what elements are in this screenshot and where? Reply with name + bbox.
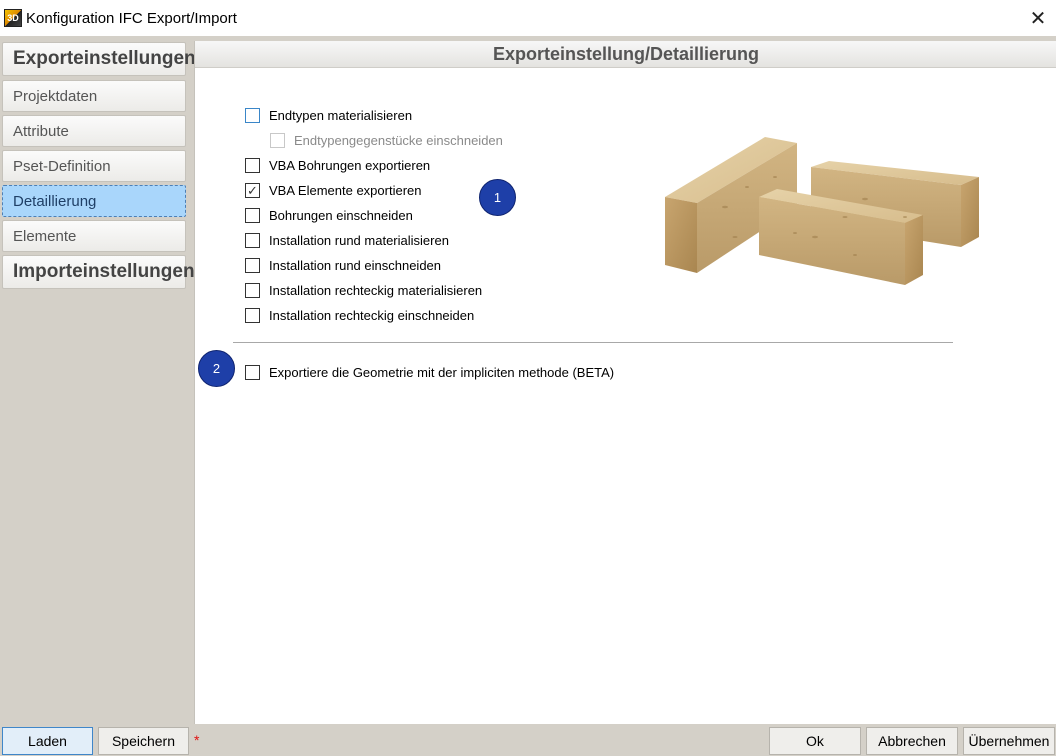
window-title: Konfiguration IFC Export/Import xyxy=(26,9,237,27)
option-implicit-geometry-beta[interactable]: Exportiere die Geometrie mit der implici… xyxy=(245,362,614,382)
checkmark-icon: ✓ xyxy=(247,182,258,198)
checkbox[interactable] xyxy=(245,307,260,323)
unsaved-indicator: * xyxy=(194,732,200,748)
nav-label: Exporteinstellungen xyxy=(13,48,196,69)
close-icon: ✕ xyxy=(1029,7,1047,30)
nav-label: Projektdaten xyxy=(13,87,98,105)
option-vba-elemente[interactable]: ✓ VBA Elemente exportieren xyxy=(245,180,421,200)
option-endtypen-materialisieren[interactable]: Endtypen materialisieren xyxy=(245,105,412,125)
nav-detaillierung[interactable]: Detaillierung xyxy=(2,185,186,217)
nav-pset-definition[interactable]: Pset-Definition xyxy=(2,150,186,182)
nav-label: Detaillierung xyxy=(13,192,97,210)
checkbox[interactable] xyxy=(245,107,260,123)
option-installation-rund-mat[interactable]: Installation rund materialisieren xyxy=(245,230,449,250)
option-label: Endtypengegenstücke einschneiden xyxy=(294,132,503,148)
option-endtypengegenstuecke: Endtypengegenstücke einschneiden xyxy=(270,130,503,150)
nav-export-settings[interactable]: Exporteinstellungen xyxy=(2,42,196,76)
abbrechen-button[interactable]: Abbrechen xyxy=(866,727,958,755)
option-label: Exportiere die Geometrie mit der implici… xyxy=(269,364,615,380)
checkbox[interactable] xyxy=(245,364,260,380)
checkbox-checked[interactable]: ✓ xyxy=(245,182,260,198)
checkbox[interactable] xyxy=(245,257,260,273)
ok-button[interactable]: Ok xyxy=(769,727,861,755)
option-label: Installation rechteckig einschneiden xyxy=(269,307,475,323)
option-label: Bohrungen einschneiden xyxy=(269,207,413,223)
settings-panel: Exporteinstellung/Detaillierung Endtypen… xyxy=(194,41,1056,724)
option-vba-bohrungen[interactable]: VBA Bohrungen exportieren xyxy=(245,155,430,175)
option-installation-rechteckig-ein[interactable]: Installation rechteckig einschneiden xyxy=(245,305,474,325)
option-label: VBA Bohrungen exportieren xyxy=(269,157,431,173)
laden-button[interactable]: Laden xyxy=(2,727,93,755)
sidebar: Exporteinstellungen Projektdaten Attribu… xyxy=(0,36,196,724)
title-bar: 3D Konfiguration IFC Export/Import ✕ xyxy=(0,0,1056,36)
uebernehmen-button[interactable]: Übernehmen xyxy=(963,727,1055,755)
option-label: VBA Elemente exportieren xyxy=(269,182,422,198)
option-label: Installation rund materialisieren xyxy=(269,232,449,248)
option-label: Endtypen materialisieren xyxy=(269,107,413,123)
annotation-badge-2: 2 xyxy=(198,350,235,387)
app-logo-icon: 3D xyxy=(4,9,22,27)
option-label: Installation rund einschneiden xyxy=(269,257,442,273)
close-button[interactable]: ✕ xyxy=(1026,6,1050,30)
checkbox[interactable] xyxy=(245,157,260,173)
checkbox-disabled xyxy=(270,132,285,148)
option-bohrungen-einschneiden[interactable]: Bohrungen einschneiden xyxy=(245,205,413,225)
checkbox[interactable] xyxy=(245,207,260,223)
footer-bar: Laden Speichern * Ok Abbrechen Übernehme… xyxy=(0,724,1056,756)
timber-beams-illustration xyxy=(665,137,979,285)
option-installation-rund-ein[interactable]: Installation rund einschneiden xyxy=(245,255,441,275)
speichern-button[interactable]: Speichern xyxy=(98,727,189,755)
checkbox[interactable] xyxy=(245,232,260,248)
option-installation-rechteckig-mat[interactable]: Installation rechteckig materialisieren xyxy=(245,280,482,300)
nav-label: Importeinstellungen xyxy=(13,261,195,282)
nav-label: Pset-Definition xyxy=(13,157,111,175)
nav-elemente[interactable]: Elemente xyxy=(2,220,186,252)
annotation-badge-1: 1 xyxy=(479,179,516,216)
checkbox[interactable] xyxy=(245,282,260,298)
nav-label: Elemente xyxy=(13,227,77,245)
nav-label: Attribute xyxy=(13,122,69,140)
nav-attribute[interactable]: Attribute xyxy=(2,115,186,147)
nav-import-settings[interactable]: Importeinstellungen xyxy=(2,255,195,289)
divider xyxy=(233,342,953,343)
panel-title: Exporteinstellung/Detaillierung xyxy=(195,41,1056,68)
option-label: Installation rechteckig materialisieren xyxy=(269,282,483,298)
nav-projektdaten[interactable]: Projektdaten xyxy=(2,80,186,112)
